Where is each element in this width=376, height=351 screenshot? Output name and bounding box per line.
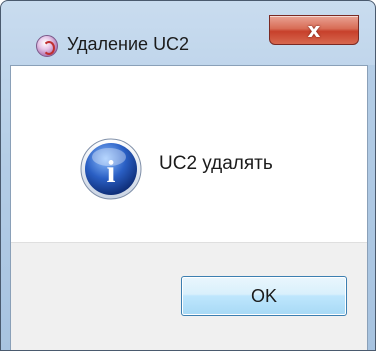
close-button[interactable]: x [269, 15, 359, 45]
dialog-message: UC2 удалять [159, 153, 273, 174]
button-area: OK [11, 242, 367, 350]
info-icon-glyph: i [107, 153, 116, 189]
app-logo-icon[interactable] [36, 35, 58, 57]
ok-button[interactable]: OK [181, 276, 347, 316]
dialog-window: Удаление UC2 x i UC2 удалять OK [0, 0, 376, 351]
dialog-content: i UC2 удалять OK [10, 65, 368, 350]
close-icon: x [307, 18, 321, 42]
window-title: Удаление UC2 [67, 34, 190, 54]
title-bar[interactable]: Удаление UC2 x [1, 1, 375, 57]
info-icon: i [80, 138, 142, 200]
window-frame-right [368, 65, 375, 350]
